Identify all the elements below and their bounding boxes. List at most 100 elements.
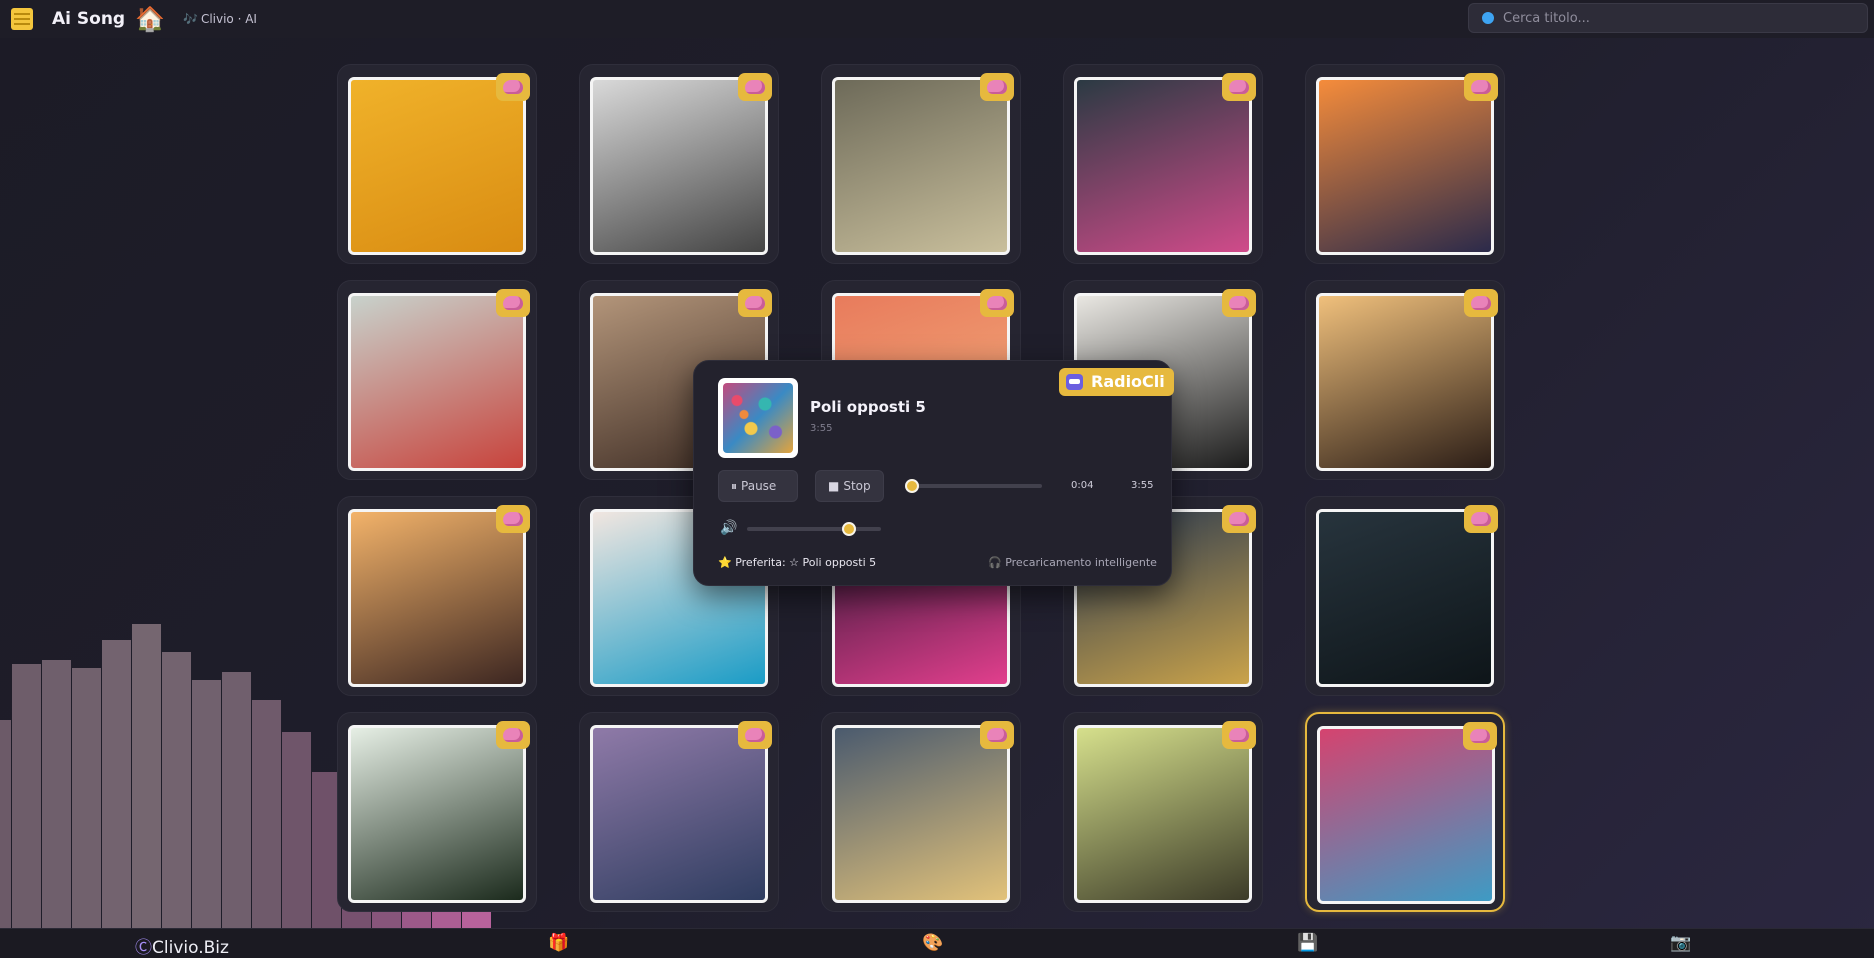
- visualizer-bar: [12, 664, 41, 928]
- song-card[interactable]: [337, 496, 537, 696]
- song-cover-art[interactable]: [1074, 77, 1252, 255]
- copyright-icon: Ⓒ: [135, 938, 152, 958]
- visualizer-bar: [462, 912, 491, 928]
- brain-icon[interactable]: [496, 289, 530, 317]
- song-cover-art[interactable]: [1316, 293, 1494, 471]
- camera-icon[interactable]: 📷: [1670, 933, 1691, 953]
- brain-icon[interactable]: [738, 73, 772, 101]
- brain-icon[interactable]: [496, 73, 530, 101]
- song-card[interactable]: [1305, 64, 1505, 264]
- current-time: 0:04: [1071, 480, 1094, 491]
- song-card[interactable]: [1305, 496, 1505, 696]
- pause-icon: ⏸: [731, 479, 738, 493]
- brain-icon[interactable]: [1222, 505, 1256, 533]
- visualizer-bar: [0, 720, 11, 928]
- footer-brand-text: Clivio.Biz: [152, 938, 229, 958]
- song-cover-art[interactable]: [1317, 726, 1495, 904]
- brain-icon[interactable]: [1222, 289, 1256, 317]
- song-cover-art[interactable]: [1316, 509, 1494, 687]
- search-icon: [1482, 12, 1494, 24]
- radio-badge[interactable]: RadioCli: [1059, 368, 1174, 396]
- song-card[interactable]: [579, 712, 779, 912]
- song-cover-art[interactable]: [590, 725, 768, 903]
- seek-handle[interactable]: [905, 479, 920, 493]
- radio-icon: [1066, 374, 1083, 390]
- visualizer-bar: [102, 640, 131, 928]
- brain-icon[interactable]: [980, 289, 1014, 317]
- song-card[interactable]: [1063, 712, 1263, 912]
- visualizer-bar: [132, 624, 161, 928]
- preload-text: Precaricamento intelligente: [1005, 556, 1157, 569]
- brain-icon[interactable]: [1464, 505, 1498, 533]
- radio-badge-label: RadioCli: [1091, 372, 1165, 391]
- visualizer-bar: [252, 700, 281, 928]
- song-card[interactable]: [1305, 280, 1505, 480]
- visualizer-bar: [42, 660, 71, 928]
- song-card[interactable]: [821, 64, 1021, 264]
- song-cover-art[interactable]: [1074, 725, 1252, 903]
- volume-slider[interactable]: [747, 522, 881, 536]
- stop-label: Stop: [843, 479, 871, 493]
- smart-preload-indicator: 🎧 Precaricamento intelligente: [988, 556, 1157, 569]
- visualizer-bar: [192, 680, 221, 928]
- brain-icon[interactable]: [1222, 73, 1256, 101]
- song-card[interactable]: [821, 712, 1021, 912]
- song-card[interactable]: [337, 280, 537, 480]
- brain-icon[interactable]: [1463, 722, 1497, 750]
- save-icon[interactable]: 💾: [1297, 933, 1318, 953]
- seek-slider[interactable]: [905, 479, 1042, 493]
- visualizer-bar: [282, 732, 311, 928]
- song-card[interactable]: [1305, 712, 1505, 912]
- volume-handle[interactable]: [841, 522, 856, 536]
- brand-subtitle: 🎶 Clivio · AI: [183, 12, 257, 26]
- player-cover-art: [718, 378, 798, 458]
- player-track-duration: 3:55: [810, 423, 833, 434]
- pause-button[interactable]: ⏸ Pause: [718, 470, 798, 502]
- bottom-bar: ⒸClivio.Biz 🎁 🎨 💾 📷: [0, 928, 1874, 958]
- brain-icon[interactable]: [1464, 289, 1498, 317]
- song-cover-art[interactable]: [590, 77, 768, 255]
- search-box[interactable]: [1468, 3, 1868, 33]
- brain-icon[interactable]: [496, 721, 530, 749]
- volume-icon[interactable]: 🔊: [720, 520, 737, 536]
- brain-icon[interactable]: [1222, 721, 1256, 749]
- player-panel: Poli opposti 5 3:55 RadioCli ⏸ Pause ■ Sto…: [693, 360, 1174, 586]
- music-note-icon: 🎶: [183, 12, 198, 26]
- visualizer-bar: [222, 672, 251, 928]
- stop-icon: ■: [828, 479, 840, 493]
- song-cover-art[interactable]: [832, 725, 1010, 903]
- visualizer-bar: [162, 652, 191, 928]
- song-cover-art[interactable]: [348, 77, 526, 255]
- brain-icon[interactable]: [738, 721, 772, 749]
- notebook-logo-icon[interactable]: [11, 8, 33, 30]
- song-cover-art[interactable]: [348, 725, 526, 903]
- brain-icon[interactable]: [980, 73, 1014, 101]
- brain-icon[interactable]: [496, 505, 530, 533]
- search-input[interactable]: [1503, 4, 1863, 32]
- pause-label: Pause: [741, 479, 777, 493]
- song-cover-art[interactable]: [832, 77, 1010, 255]
- song-card[interactable]: [337, 712, 537, 912]
- stop-button[interactable]: ■ Stop: [815, 470, 884, 502]
- star-icon: ⭐: [718, 556, 732, 569]
- brain-icon[interactable]: [980, 721, 1014, 749]
- song-card[interactable]: [337, 64, 537, 264]
- top-bar: Ai Song 🏠 🎶 Clivio · AI: [0, 0, 1874, 38]
- song-cover-art[interactable]: [348, 293, 526, 471]
- home-icon[interactable]: 🏠: [135, 5, 165, 33]
- headphones-icon: 🎧: [988, 556, 1002, 569]
- song-card[interactable]: [579, 64, 779, 264]
- footer-brand-link[interactable]: ⒸClivio.Biz: [135, 933, 229, 958]
- favorite-text: Preferita: ☆ Poli opposti 5: [735, 556, 877, 569]
- song-cover-art[interactable]: [1316, 77, 1494, 255]
- brand-subtitle-text: Clivio · AI: [200, 12, 257, 26]
- song-card[interactable]: [1063, 64, 1263, 264]
- favorite-indicator[interactable]: ⭐ Preferita: ☆ Poli opposti 5: [718, 556, 876, 569]
- brain-icon[interactable]: [738, 289, 772, 317]
- song-cover-art[interactable]: [348, 509, 526, 687]
- player-track-title: Poli opposti 5: [810, 398, 926, 416]
- app-title[interactable]: Ai Song: [52, 9, 125, 29]
- brain-icon[interactable]: [1464, 73, 1498, 101]
- gift-icon[interactable]: 🎁: [548, 933, 569, 953]
- palette-icon[interactable]: 🎨: [922, 933, 943, 953]
